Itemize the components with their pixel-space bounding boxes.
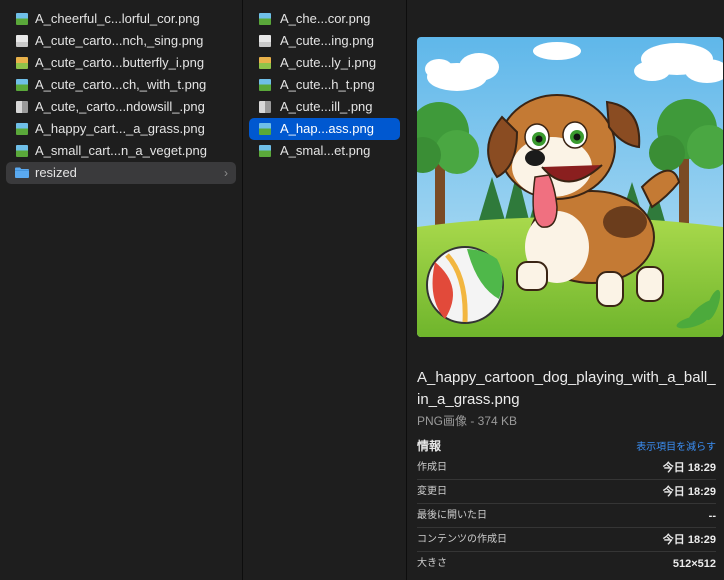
file-item[interactable]: A_cute...ly_i.png (249, 52, 400, 74)
file-item[interactable]: A_cute...h_t.png (249, 74, 400, 96)
image-file-icon (16, 57, 28, 69)
column-1: A_cheerful_c...lorful_cor.png A_cute_car… (0, 0, 243, 580)
file-name: A_che...cor.png (280, 11, 371, 26)
file-name: A_happy_cart..._a_grass.png (35, 121, 205, 136)
info-table: 作成日 今日 18:29 変更日 今日 18:29 最後に開いた日 -- コンテンツの… (417, 456, 716, 575)
file-item[interactable]: A_cute_carto...butterfly_i.png (6, 52, 236, 74)
file-name: A_cute,_carto...ndowsill_.png (35, 99, 205, 114)
info-label: コンテンツの作成日 (417, 534, 507, 545)
file-name: A_cute_carto...nch,_sing.png (35, 33, 204, 48)
info-value: 今日 18:29 (662, 486, 716, 498)
image-file-icon (16, 79, 28, 91)
file-item[interactable]: A_cheerful_c...lorful_cor.png (6, 8, 236, 30)
file-item-selected[interactable]: A_hap...ass.png (249, 118, 400, 140)
file-name: A_small_cart...n_a_veget.png (35, 143, 207, 158)
file-item[interactable]: A_cute...ill_.png (249, 96, 400, 118)
file-item[interactable]: A_small_cart...n_a_veget.png (6, 140, 236, 162)
image-file-icon (16, 35, 28, 47)
info-label: 最後に開いた日 (417, 510, 487, 521)
file-name: A_cute_carto...ch,_with_t.png (35, 77, 207, 92)
image-preview (417, 37, 723, 337)
file-item[interactable]: A_smal...et.png (249, 140, 400, 162)
info-label: 変更日 (417, 486, 447, 497)
column-2: A_che...cor.png A_cute...ing.png A_cute.… (243, 0, 407, 580)
info-value: 今日 18:29 (662, 534, 716, 546)
image-file-icon (259, 35, 271, 47)
file-name: A_cute_carto...butterfly_i.png (35, 55, 205, 70)
image-file-icon (259, 123, 271, 135)
file-item[interactable]: A_cute_carto...nch,_sing.png (6, 30, 236, 52)
file-name: A_cute...ill_.png (280, 99, 373, 114)
file-item[interactable]: A_cute_carto...ch,_with_t.png (6, 74, 236, 96)
file-list-2: A_che...cor.png A_cute...ing.png A_cute.… (249, 8, 400, 162)
info-value: 512×512 (672, 558, 716, 570)
info-section-title: 情報 (417, 439, 442, 453)
image-file-icon (16, 101, 28, 113)
folder-name: resized (35, 165, 77, 180)
info-row-modified: 変更日 今日 18:29 (417, 480, 716, 504)
info-value: 今日 18:29 (662, 462, 716, 474)
preview-pane: A_happy_cartoon_dog_playing_with_a_ball_… (407, 0, 724, 580)
info-row-content-created: コンテンツの作成日 今日 18:29 (417, 528, 716, 552)
file-item[interactable]: A_cute,_carto...ndowsill_.png (6, 96, 236, 118)
folder-item-resized[interactable]: resized › (6, 162, 236, 184)
image-file-icon (259, 145, 271, 157)
cartoon-dog-image (417, 37, 723, 337)
image-file-icon (16, 123, 28, 135)
image-file-icon (259, 57, 271, 69)
file-item[interactable]: A_cute...ing.png (249, 30, 400, 52)
info-row-created: 作成日 今日 18:29 (417, 456, 716, 480)
file-name: A_cute...ly_i.png (280, 55, 377, 70)
chevron-right-icon: › (224, 166, 228, 180)
show-less-link[interactable]: 表示項目を減らす (636, 438, 716, 453)
info-row-last-opened: 最後に開いた日 -- (417, 504, 716, 528)
image-file-icon (259, 101, 271, 113)
info-label: 作成日 (417, 462, 447, 473)
folder-icon (15, 167, 29, 178)
info-row-dimensions: 大きさ 512×512 (417, 552, 716, 575)
file-item[interactable]: A_che...cor.png (249, 8, 400, 30)
file-name: A_cute...h_t.png (280, 77, 375, 92)
image-file-icon (259, 13, 271, 25)
file-name-title: A_happy_cartoon_dog_playing_with_a_ball_… (417, 369, 716, 408)
info-label: 大きさ (417, 558, 447, 569)
file-name: A_smal...et.png (280, 143, 371, 158)
image-file-icon (259, 79, 271, 91)
file-item[interactable]: A_happy_cart..._a_grass.png (6, 118, 236, 140)
file-name: A_hap...ass.png (280, 121, 374, 136)
file-list-1: A_cheerful_c...lorful_cor.png A_cute_car… (6, 8, 236, 184)
image-file-icon (16, 145, 28, 157)
file-type-size: PNG画像 - 374 KB (417, 414, 518, 428)
file-name: A_cheerful_c...lorful_cor.png (35, 11, 200, 26)
info-value: -- (708, 510, 716, 522)
image-file-icon (16, 13, 28, 25)
file-name: A_cute...ing.png (280, 33, 374, 48)
